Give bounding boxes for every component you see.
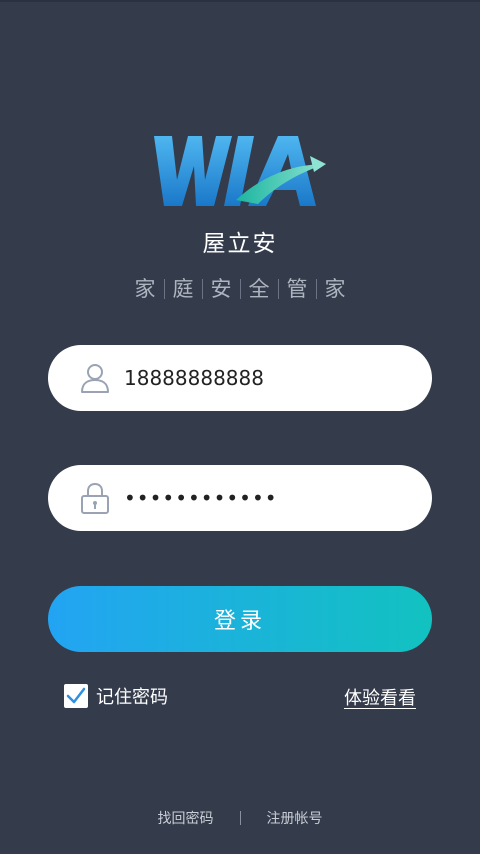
slogan-char: 管	[286, 277, 308, 301]
remember-checkbox[interactable]	[64, 684, 88, 708]
username-input[interactable]	[124, 345, 414, 411]
slogan-divider	[163, 279, 165, 299]
username-field[interactable]	[48, 345, 432, 411]
slogan-char: 家	[134, 277, 156, 301]
remember-label: 记住密码	[96, 687, 168, 708]
remember-password[interactable]: 记住密码	[64, 682, 168, 710]
user-icon	[81, 364, 109, 393]
register-link[interactable]: 注册帐号	[267, 808, 323, 828]
try-demo-link[interactable]: 体验看看	[344, 684, 416, 710]
status-bar	[0, 0, 480, 2]
footer-divider	[239, 811, 241, 825]
slogan-char: 家	[324, 277, 346, 301]
password-input[interactable]	[124, 465, 414, 531]
slogan-divider	[201, 279, 203, 299]
slogan-char: 安	[210, 277, 232, 301]
forgot-password-link[interactable]: 找回密码	[158, 808, 214, 828]
password-field[interactable]	[48, 465, 432, 531]
slogan-char: 庭	[172, 277, 194, 301]
wia-logo	[154, 136, 326, 206]
footer-links: 找回密码 注册帐号	[0, 808, 480, 828]
lock-icon	[81, 482, 109, 514]
checkmark-icon	[66, 687, 86, 704]
slogan-divider	[277, 279, 279, 299]
brand-name: 屋立安	[202, 231, 278, 257]
login-button[interactable]: 登录	[48, 586, 432, 652]
slogan-divider	[239, 279, 241, 299]
slogan-char: 全	[248, 277, 270, 301]
slogan-divider	[315, 279, 317, 299]
slogan: 家 庭 安 全 管 家	[0, 276, 480, 302]
